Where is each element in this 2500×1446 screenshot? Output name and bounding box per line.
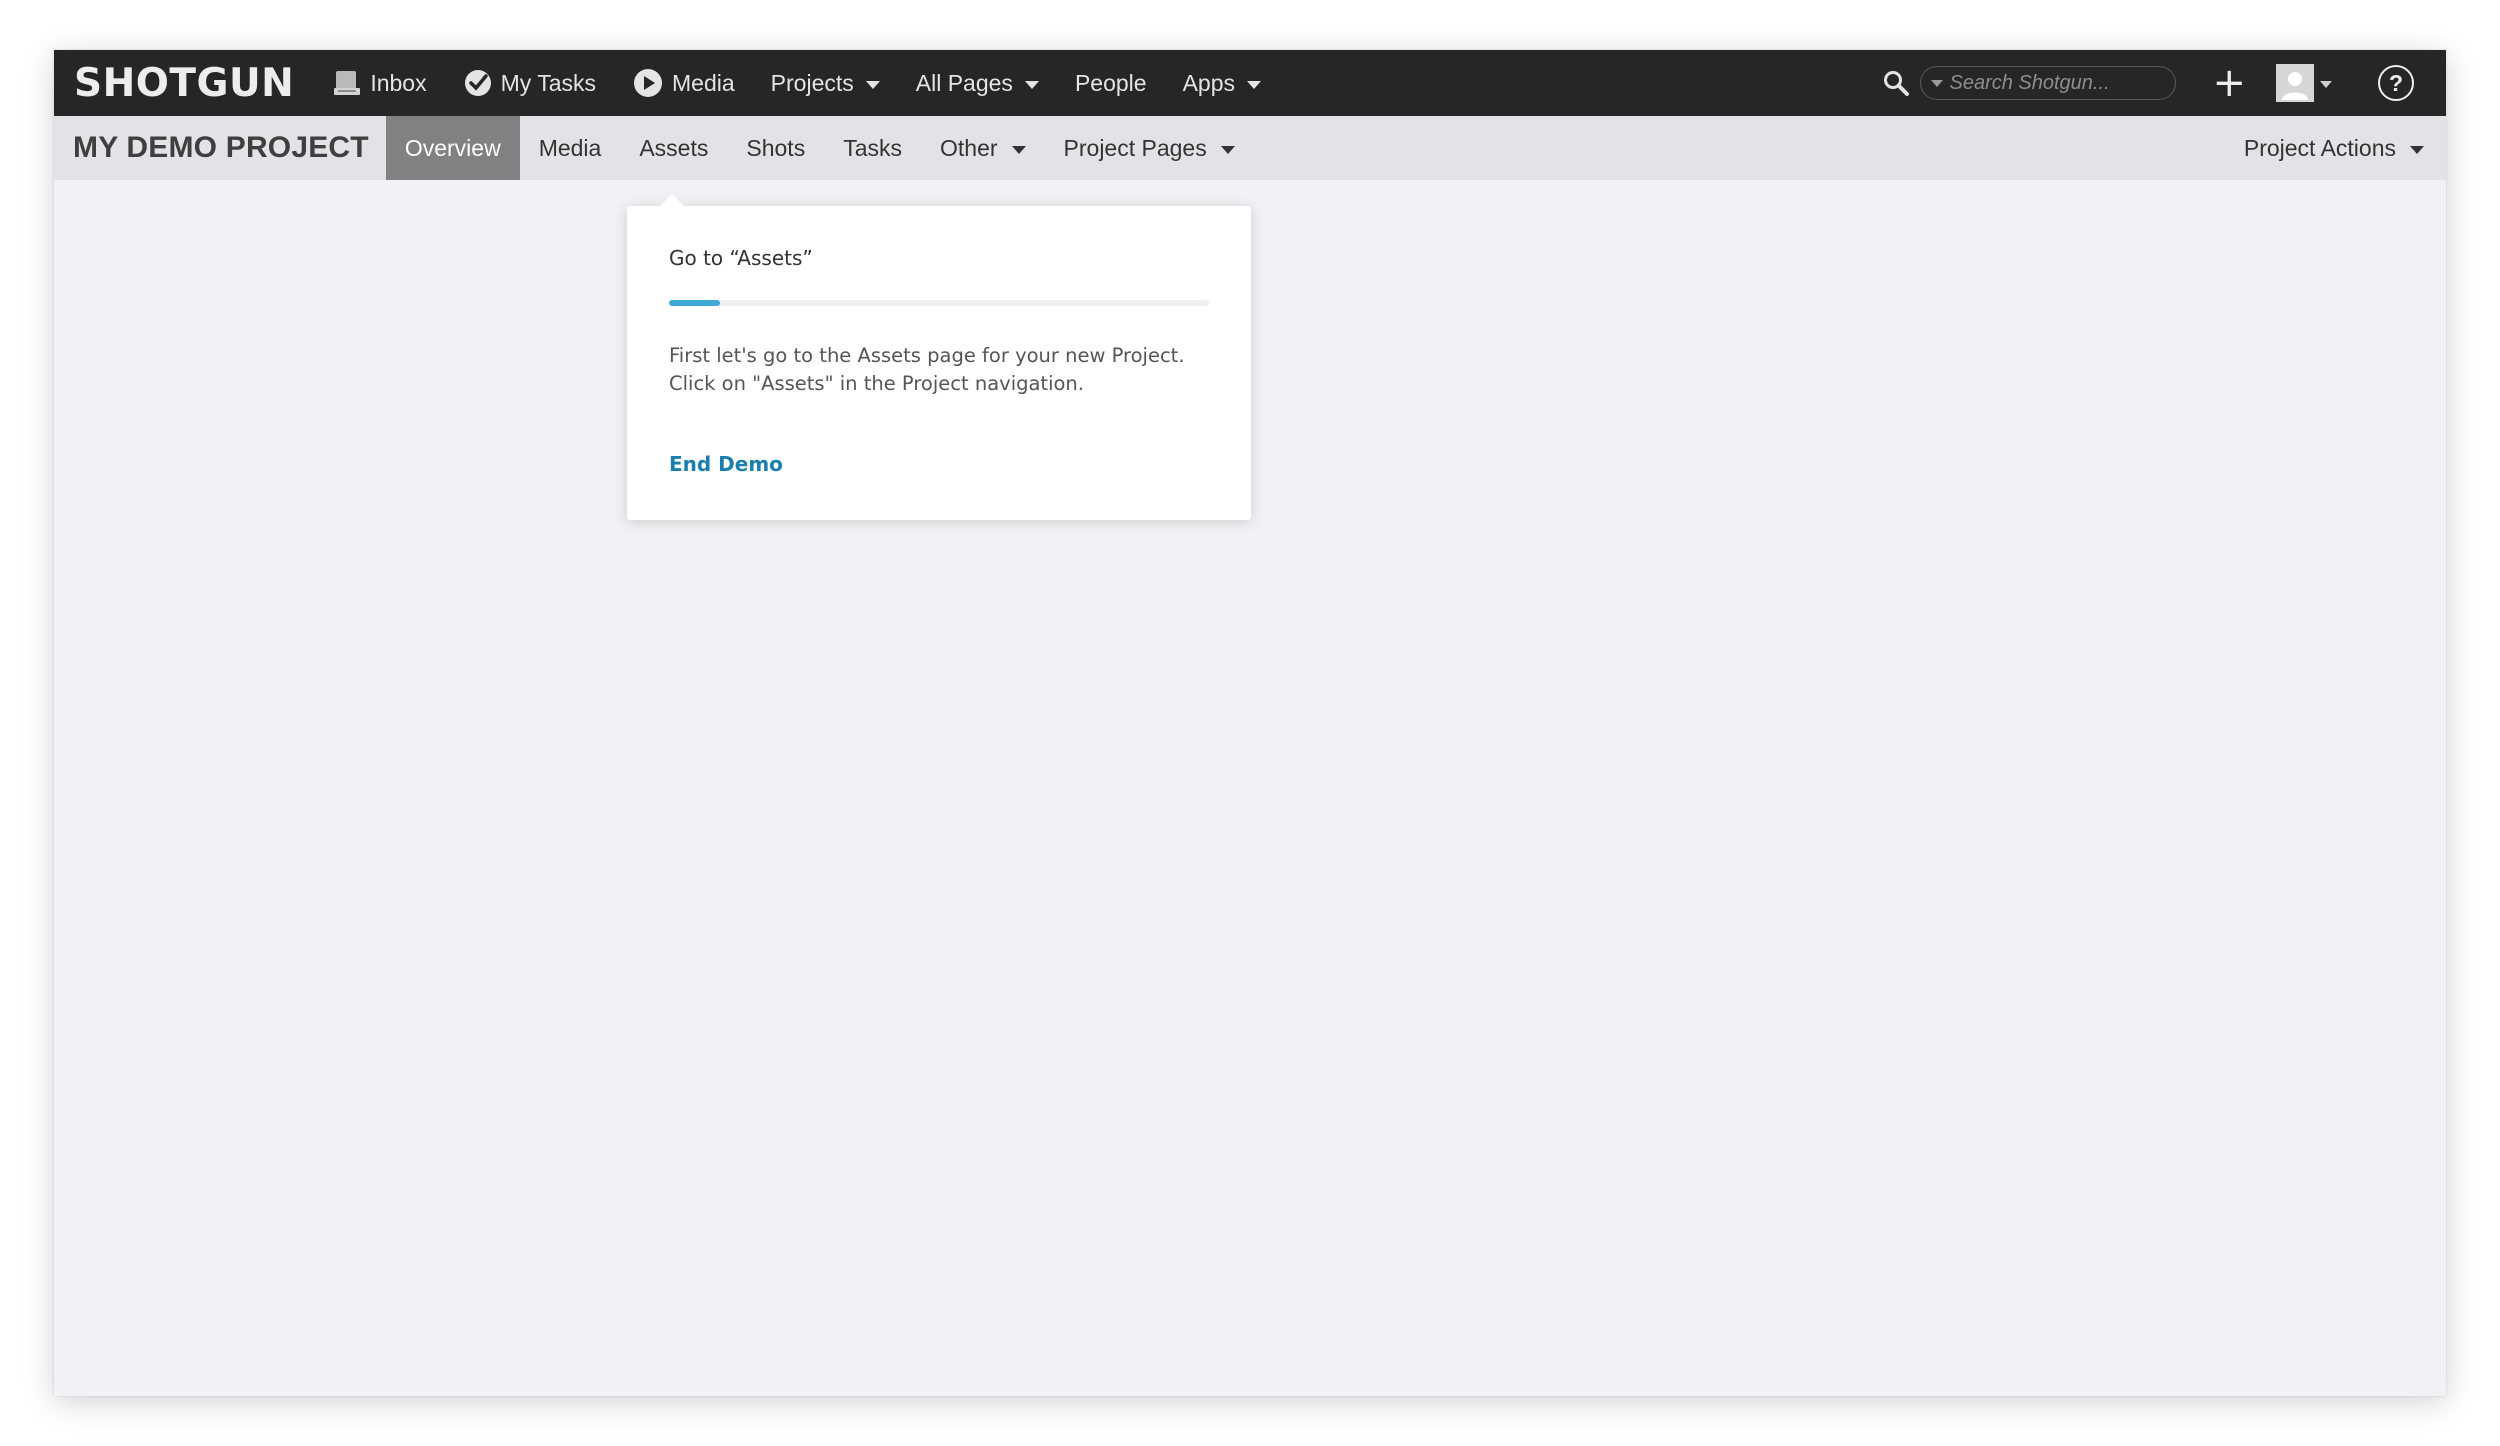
global-nav-bar: SHOTGUN Inbox My Tasks Media Projects Al… [54, 50, 2446, 116]
chevron-down-icon [865, 80, 880, 89]
chevron-down-icon [2320, 81, 2332, 88]
tab-other[interactable]: Other [921, 116, 1045, 180]
project-actions-label: Project Actions [2243, 134, 2396, 161]
tour-progress-fill [669, 300, 721, 306]
inbox-icon [332, 68, 362, 98]
nav-inbox-label: Inbox [370, 69, 427, 96]
nav-projects-label: Projects [770, 69, 854, 96]
tour-step-body: First let's go to the Assets page for yo… [669, 342, 1209, 398]
chevron-down-icon [1247, 80, 1261, 89]
search-input[interactable] [1949, 71, 2150, 95]
tab-project-pages[interactable]: Project Pages [1045, 116, 1254, 180]
nav-apps-label: Apps [1182, 69, 1235, 96]
tour-step-body-line: First let's go to the Assets page for yo… [669, 344, 1185, 367]
global-nav-right: + ? [1882, 50, 2446, 116]
nav-media-label: Media [672, 69, 735, 96]
user-silhouette-icon [2278, 66, 2312, 100]
project-title[interactable]: MY DEMO PROJECT [73, 131, 369, 165]
tab-shots[interactable]: Shots [727, 116, 824, 180]
tab-assets[interactable]: Assets [620, 116, 727, 180]
project-nav-bar: MY DEMO PROJECT Overview Media Assets Sh… [54, 116, 2446, 180]
play-circle-icon [632, 67, 664, 99]
nav-inbox[interactable]: Inbox [332, 50, 427, 116]
nav-all-pages[interactable]: All Pages [916, 50, 1039, 116]
chevron-down-icon [1220, 145, 1235, 154]
nav-projects[interactable]: Projects [771, 50, 880, 116]
tab-project-pages-label: Project Pages [1063, 134, 1207, 161]
search-icon[interactable] [1882, 69, 1910, 97]
nav-all-pages-label: All Pages [915, 69, 1013, 96]
user-menu[interactable] [2276, 64, 2332, 102]
help-button[interactable]: ? [2378, 65, 2414, 101]
tour-step-body-line: Click on "Assets" in the Project navigat… [669, 372, 1084, 395]
check-circle-icon [463, 68, 493, 98]
project-actions-menu[interactable]: Project Actions [2244, 116, 2424, 180]
tour-popover: Go to “Assets” First let's go to the Ass… [627, 194, 1251, 520]
add-button[interactable]: + [2212, 63, 2246, 103]
app-window: SHOTGUN Inbox My Tasks Media Projects Al… [54, 50, 2446, 1396]
search-scope-dropdown-icon[interactable] [1931, 79, 1944, 87]
nav-people[interactable]: People [1075, 50, 1147, 116]
global-nav: Inbox My Tasks Media Projects All Pages … [332, 50, 1297, 116]
nav-apps[interactable]: Apps [1183, 50, 1261, 116]
nav-my-tasks-label: My Tasks [500, 69, 597, 96]
tab-overview[interactable]: Overview [385, 116, 520, 180]
end-demo-link[interactable]: End Demo [669, 452, 1209, 476]
shotgun-logo[interactable]: SHOTGUN [74, 61, 294, 106]
nav-media[interactable]: Media [632, 50, 735, 116]
tab-tasks[interactable]: Tasks [824, 116, 921, 180]
tab-other-label: Other [940, 134, 998, 161]
avatar[interactable] [2276, 64, 2314, 102]
tab-media[interactable]: Media [520, 116, 621, 180]
chevron-down-icon [2410, 145, 2424, 154]
tour-progress-bar [669, 300, 1209, 306]
nav-people-label: People [1074, 69, 1147, 96]
search-field[interactable] [1920, 66, 2177, 100]
chevron-down-icon [1011, 145, 1026, 154]
nav-my-tasks[interactable]: My Tasks [463, 50, 596, 116]
chevron-down-icon [1024, 80, 1039, 89]
popover-arrow [659, 194, 685, 207]
tour-step-title: Go to “Assets” [669, 246, 813, 270]
